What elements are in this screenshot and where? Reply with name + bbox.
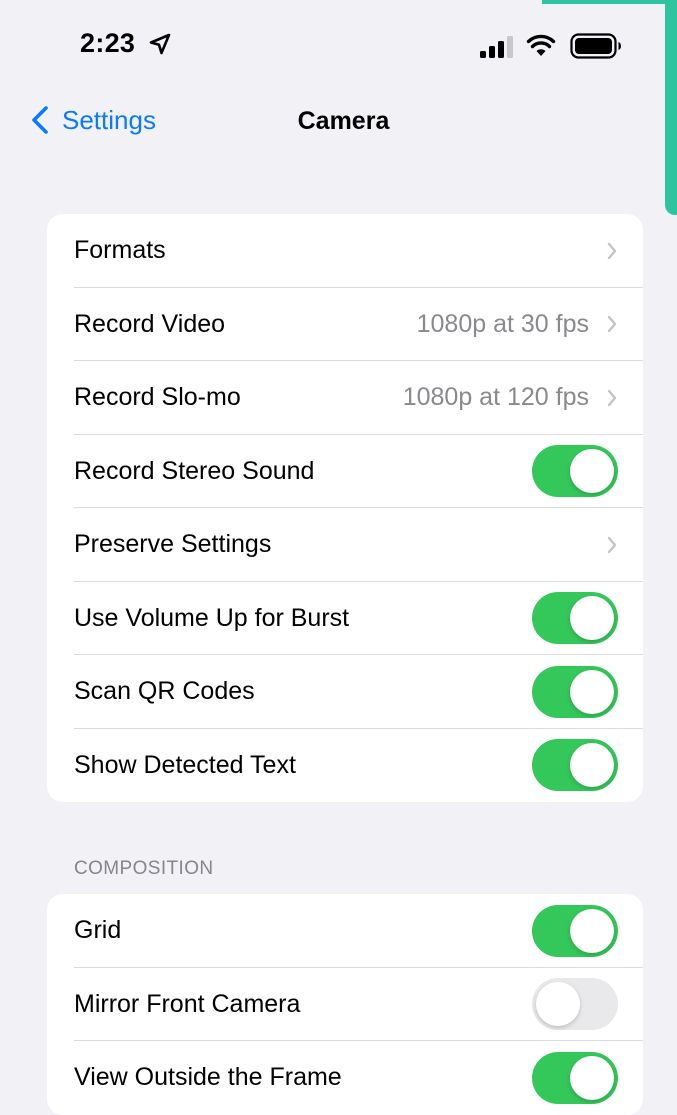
toggle-knob xyxy=(570,908,614,953)
settings-row-label: Grid xyxy=(74,916,122,945)
settings-row-scan-qr-codes: Scan QR Codes xyxy=(47,655,643,729)
settings-row-label: Record Slo-mo xyxy=(74,383,241,412)
record-stereo-sound-toggle[interactable] xyxy=(532,445,618,498)
page-title: Camera xyxy=(297,107,390,135)
toggle-knob xyxy=(536,982,580,1027)
chevron-right-icon xyxy=(607,316,617,333)
settings-row-show-detected-text: Show Detected Text xyxy=(47,729,643,803)
settings-row-grid: Grid xyxy=(47,894,643,968)
show-detected-text-toggle[interactable] xyxy=(532,739,618,792)
settings-row-label: Record Stereo Sound xyxy=(74,456,315,485)
chevron-right-icon xyxy=(607,242,617,259)
settings-row-value: 1080p at 30 fps xyxy=(416,309,589,338)
settings-row-use-volume-up-for-burst: Use Volume Up for Burst xyxy=(47,582,643,656)
settings-row-label: Use Volume Up for Burst xyxy=(74,603,350,632)
toggle-knob xyxy=(570,596,614,641)
settings-row-label: Formats xyxy=(74,236,166,265)
wifi-icon xyxy=(526,34,556,56)
composition-group: Grid Mirror Front Camera View Outside the … xyxy=(47,894,643,1115)
settings-row-label: Preserve Settings xyxy=(74,530,272,559)
toggle-knob xyxy=(570,1055,614,1100)
toggle-knob xyxy=(570,669,614,714)
settings-row-formats[interactable]: Formats xyxy=(47,214,643,288)
battery-icon xyxy=(570,33,621,59)
settings-row-preserve-settings[interactable]: Preserve Settings xyxy=(47,508,643,582)
cellular-signal-icon xyxy=(480,36,513,58)
scan-qr-codes-toggle[interactable] xyxy=(532,665,618,718)
settings-row-value: 1080p at 120 fps xyxy=(402,383,589,412)
settings-row-label: View Outside the Frame xyxy=(74,1063,342,1092)
mirror-front-camera-toggle[interactable] xyxy=(532,978,618,1031)
location-arrow-icon xyxy=(149,33,171,55)
use-volume-up-for-burst-toggle[interactable] xyxy=(532,592,618,645)
section-header-composition: COMPOSITION xyxy=(74,858,214,879)
chevron-right-icon xyxy=(607,389,617,406)
status-bar: 2:23 xyxy=(0,0,677,90)
settings-row-view-outside-the-frame: View Outside the Frame xyxy=(47,1041,643,1115)
status-time: 2:23 xyxy=(80,28,136,58)
toggle-knob xyxy=(570,743,614,788)
toggle-knob xyxy=(570,449,614,494)
settings-row-record-stereo-sound: Record Stereo Sound xyxy=(47,435,643,509)
settings-row-label: Show Detected Text xyxy=(74,750,296,779)
nav-bar: Settings Camera xyxy=(0,90,677,150)
settings-row-label: Mirror Front Camera xyxy=(74,989,301,1018)
settings-row-record-slo-mo[interactable]: Record Slo-mo 1080p at 120 fps xyxy=(47,361,643,435)
settings-row-mirror-front-camera: Mirror Front Camera xyxy=(47,968,643,1042)
chevron-right-icon xyxy=(607,536,617,553)
grid-toggle[interactable] xyxy=(532,904,618,957)
settings-row-record-video[interactable]: Record Video 1080p at 30 fps xyxy=(47,288,643,362)
view-outside-the-frame-toggle[interactable] xyxy=(532,1051,618,1104)
settings-row-label: Scan QR Codes xyxy=(74,677,255,706)
settings-row-label: Record Video xyxy=(74,309,226,338)
camera-settings-group: Formats Record Video 1080p at 30 fps Record… xyxy=(47,214,643,802)
